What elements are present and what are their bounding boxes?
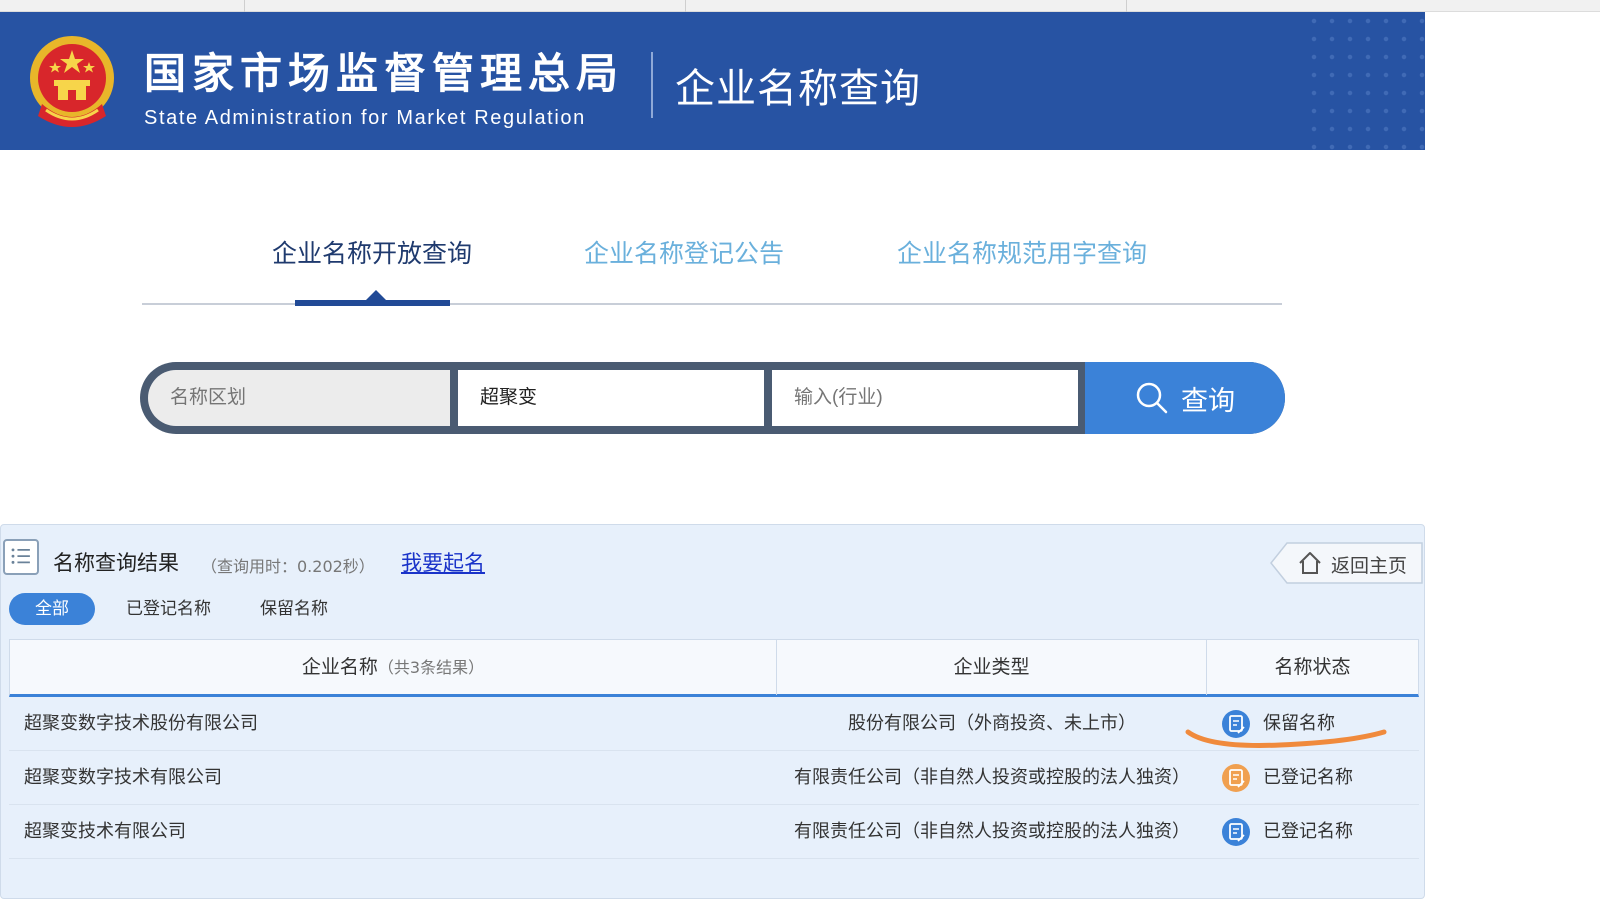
national-emblem-icon [30,36,114,127]
column-header-status: 名称状态 [1274,656,1351,678]
active-tab-caret [366,290,386,300]
tab-standard-characters[interactable]: 企业名称规范用字查询 [897,234,1147,270]
browser-tab[interactable] [0,0,245,12]
filter-all[interactable]: 全部 [9,593,95,625]
active-tab-underline [295,300,450,306]
main-tabs: 企业名称开放查询 企业名称登记公告 企业名称规范用字查询 [142,220,1282,310]
browser-tab[interactable] [686,0,1127,12]
filter-registered[interactable]: 已登记名称 [126,593,211,625]
name-input[interactable] [458,370,764,426]
status-label: 已登记名称 [1263,821,1353,842]
region-input[interactable] [148,370,450,426]
company-name: 超聚变数字技术股份有限公司 [24,713,258,734]
org-name-cn: 国家市场监督管理总局 [144,49,625,98]
browser-tab[interactable] [245,0,686,12]
document-icon [1222,710,1250,738]
naming-link[interactable]: 我要起名 [401,547,485,577]
company-type: 有限责任公司（非自然人投资或控股的法人独资） [794,821,1190,842]
home-icon [1299,552,1321,574]
company-type: 股份有限公司（外商投资、未上市） [848,713,1136,734]
company-name: 超聚变技术有限公司 [24,821,186,842]
table-row[interactable]: 超聚变技术有限公司 有限责任公司（非自然人投资或控股的法人独资） 已登记名称 [9,805,1419,859]
company-name: 超聚变数字技术有限公司 [24,767,222,788]
results-title: 名称查询结果 [53,551,179,575]
column-name-label: 企业名称 [301,656,378,678]
header-divider [651,52,653,118]
company-type: 有限责任公司（非自然人投资或控股的法人独资） [794,767,1190,788]
filter-reserved[interactable]: 保留名称 [260,593,328,625]
table-row[interactable]: 超聚变数字技术股份有限公司 股份有限公司（外商投资、未上市） 保留名称 [9,697,1419,751]
status-label: 保留名称 [1263,713,1335,734]
industry-input[interactable] [772,370,1078,426]
results-panel: 名称查询结果 （查询用时：0.202秒） 我要起名 返回主页 全部 已登记名称 … [0,524,1425,899]
document-icon [1222,818,1250,846]
document-icon [1222,764,1250,792]
query-elapsed: （查询用时：0.202秒） [201,557,375,576]
column-header-type: 企业类型 [777,640,1207,695]
table-row[interactable]: 超聚变数字技术有限公司 有限责任公司（非自然人投资或控股的法人独资） 已登记名称 [9,751,1419,805]
header-banner: 国家市场监督管理总局 State Administration for Mark… [0,12,1425,150]
result-count: （共3条结果） [377,658,485,677]
browser-tab-strip [0,0,1600,12]
search-button-label: 查询 [1181,385,1235,417]
results-table: 企业名称（共3条结果） 企业类型 名称状态 超聚变数字技术股份有限公司 股份有限… [9,639,1419,859]
status-label: 已登记名称 [1263,767,1353,788]
list-icon [3,539,39,575]
decorative-pattern [1305,12,1425,150]
search-button[interactable]: 查询 [1085,362,1285,434]
name-status: 已登记名称 [1221,805,1411,859]
search-bar: 查询 [140,362,1285,434]
org-name-en: State Administration for Market Regulati… [144,107,586,129]
name-status: 已登记名称 [1221,751,1411,805]
tab-registration-notice[interactable]: 企业名称登记公告 [584,234,784,270]
name-status: 保留名称 [1221,697,1411,751]
home-button-label: 返回主页 [1331,555,1408,577]
table-header: 企业名称（共3条结果） 企业类型 名称状态 [9,639,1419,697]
home-button[interactable]: 返回主页 [1269,542,1424,584]
column-header-name: 企业名称（共3条结果） [10,640,777,695]
site-title: 企业名称查询 [675,66,921,112]
search-icon [1136,382,1168,414]
tab-open-query[interactable]: 企业名称开放查询 [272,234,472,270]
